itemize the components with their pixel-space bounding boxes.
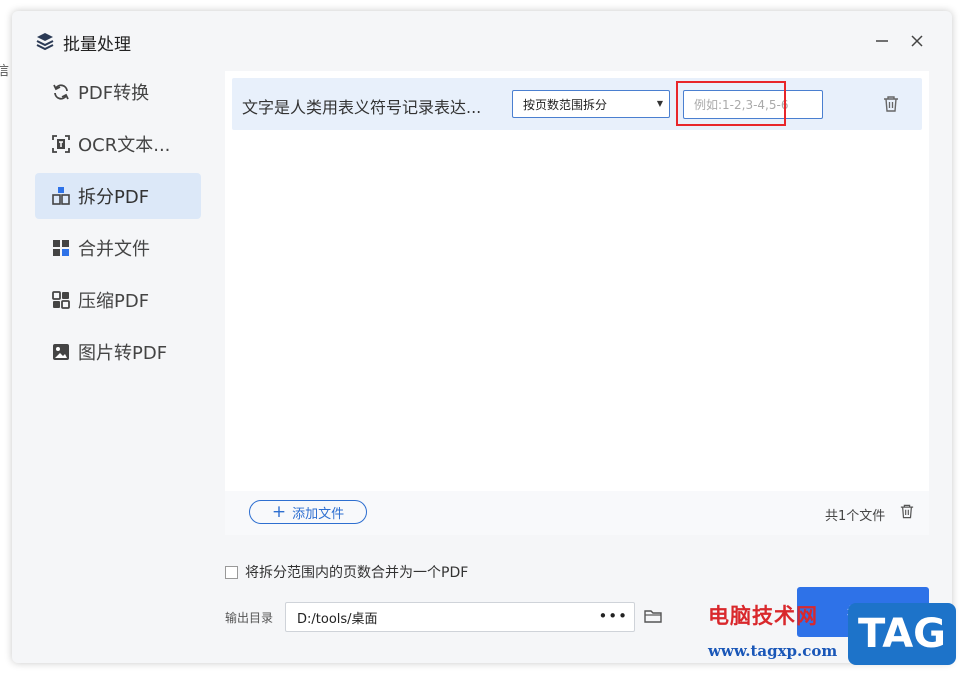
- sidebar-item-label: 图片转PDF: [78, 343, 168, 364]
- output-dir-label: 输出目录: [225, 611, 274, 625]
- add-file-label: 添加文件: [292, 506, 345, 522]
- file-row[interactable]: 文字是人类用表义符号记录表达... 按页数范围拆分 ▼: [232, 78, 922, 130]
- plus-icon: +: [271, 501, 287, 522]
- sidebar-item-merge[interactable]: 合并文件: [35, 225, 201, 271]
- background-text: 信: [0, 64, 10, 79]
- merge-label: 将拆分范围内的页数合并为一个PDF: [245, 565, 469, 581]
- merge-option: 将拆分范围内的页数合并为一个PDF: [225, 562, 468, 582]
- sidebar: PDF转换 OCR文本... 拆分PDF 合并文件 压缩PDF 图片转PDF: [35, 69, 201, 381]
- watermark-url: www.tagxp.com: [708, 642, 838, 660]
- window-title: 批量处理: [63, 35, 131, 55]
- layers-icon: [35, 31, 55, 51]
- merge-icon: [51, 238, 71, 258]
- sidebar-item-label: PDF转换: [78, 83, 150, 104]
- sidebar-item-image-to-pdf[interactable]: 图片转PDF: [35, 329, 201, 375]
- close-button[interactable]: [905, 29, 929, 53]
- minimize-button[interactable]: [870, 29, 894, 53]
- file-list-footer: + 添加文件 共1个文件: [225, 491, 929, 535]
- split-mode-value: 按页数范围拆分: [523, 97, 608, 112]
- highlight-box: [676, 81, 786, 126]
- watermark-logo: TAG: [848, 603, 956, 665]
- output-dir-field[interactable]: D:/tools/桌面 •••: [285, 602, 635, 632]
- watermark-text: 电脑技术网: [708, 604, 818, 628]
- close-icon: [911, 35, 923, 47]
- file-list-panel: 文字是人类用表义符号记录表达... 按页数范围拆分 ▼: [225, 71, 929, 535]
- minimize-icon: [876, 40, 888, 42]
- sidebar-item-label: 压缩PDF: [78, 291, 150, 312]
- delete-row-icon[interactable]: [883, 95, 899, 113]
- split-icon: [51, 186, 71, 206]
- sidebar-item-compress[interactable]: 压缩PDF: [35, 277, 201, 323]
- browse-more-button[interactable]: •••: [598, 607, 628, 625]
- title-bar: 批量处理: [12, 11, 952, 71]
- sidebar-item-label: 合并文件: [78, 239, 150, 260]
- merge-checkbox[interactable]: [225, 565, 238, 579]
- file-count: 共1个文件: [825, 509, 886, 524]
- dropdown-caret-icon: ▼: [656, 99, 663, 108]
- output-dir-value: D:/tools/桌面: [297, 611, 378, 627]
- sidebar-item-ocr[interactable]: OCR文本...: [35, 121, 201, 167]
- refresh-icon: [51, 82, 71, 102]
- sidebar-item-pdf-convert[interactable]: PDF转换: [35, 69, 201, 115]
- sidebar-item-split-pdf[interactable]: 拆分PDF: [35, 173, 201, 219]
- add-file-button[interactable]: + 添加文件: [249, 500, 367, 524]
- split-mode-select[interactable]: 按页数范围拆分 ▼: [512, 90, 670, 118]
- sidebar-item-label: OCR文本...: [78, 135, 171, 156]
- file-name: 文字是人类用表义符号记录表达...: [242, 98, 482, 117]
- image-icon: [51, 342, 71, 362]
- folder-icon[interactable]: [644, 608, 662, 624]
- batch-process-dialog: 批量处理 PDF转换 OCR文本... 拆分PDF 合并文件 压缩PDF 图片转…: [12, 11, 952, 663]
- compress-icon: [51, 290, 71, 310]
- clear-all-icon[interactable]: [900, 503, 914, 520]
- sidebar-item-label: 拆分PDF: [78, 187, 150, 208]
- ocr-text-icon: [51, 134, 71, 154]
